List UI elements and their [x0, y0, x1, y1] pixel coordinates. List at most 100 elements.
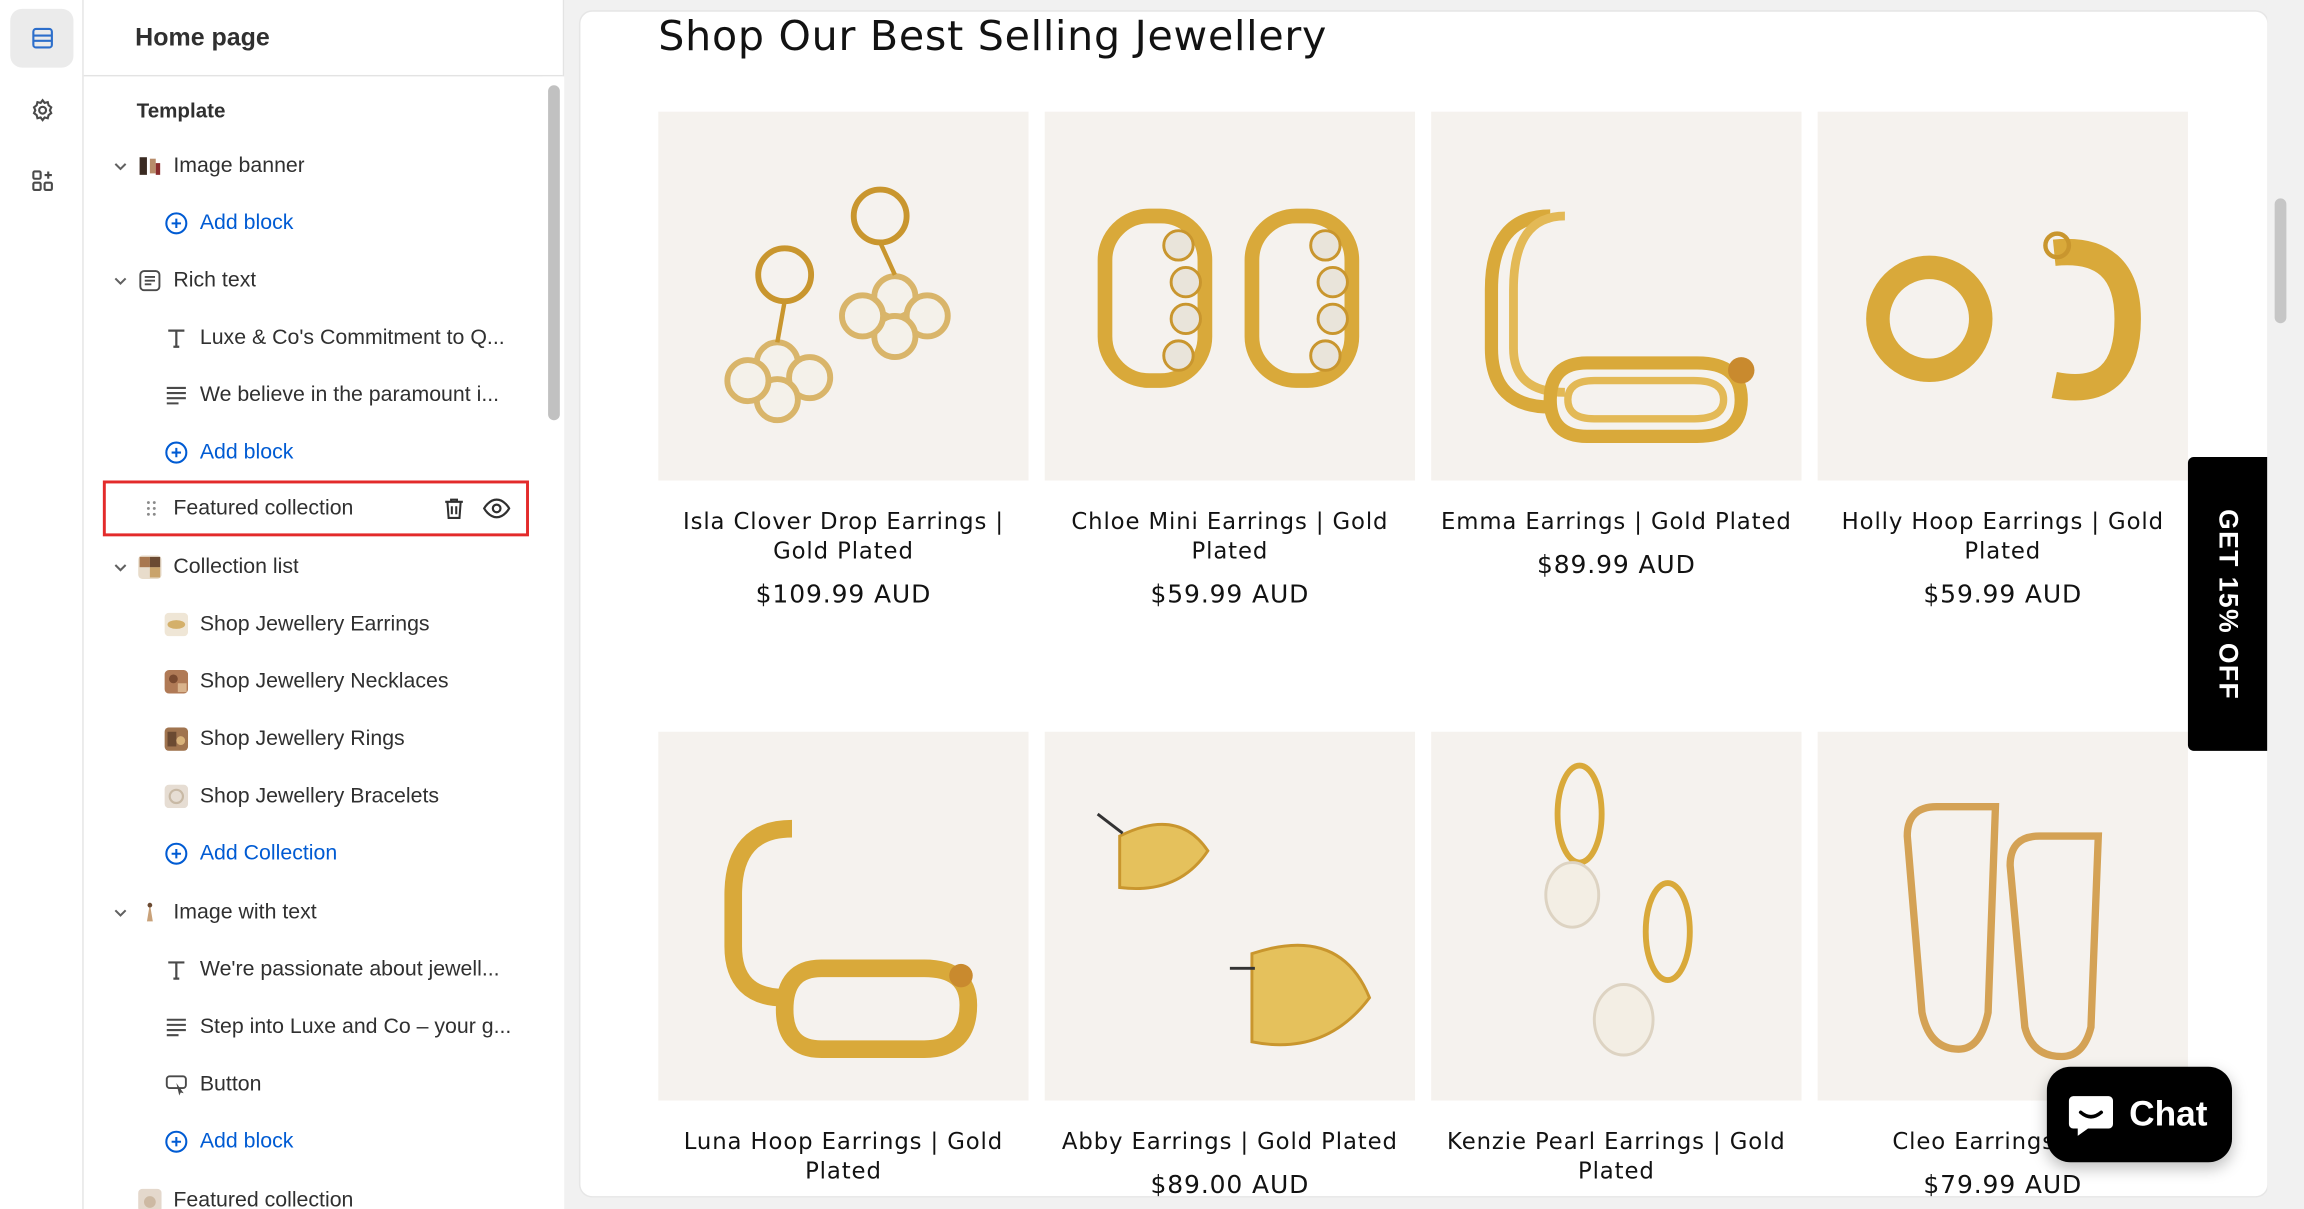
section-image-banner[interactable]: Image banner: [84, 137, 542, 194]
template-label: Template: [136, 98, 226, 122]
chevron-down-icon[interactable]: [110, 556, 131, 577]
chat-bubble-icon: [2068, 1095, 2113, 1136]
product-title[interactable]: Kenzie Pearl Earrings | Gold Plated: [1431, 1127, 1801, 1186]
product-image[interactable]: [1044, 111, 1416, 481]
product-title[interactable]: Chloe Mini Earrings | Gold Plated: [1045, 507, 1415, 566]
product-image[interactable]: [1431, 111, 1802, 481]
section-label: Image with text: [173, 900, 317, 924]
chevron-down-icon[interactable]: [110, 901, 131, 922]
product-image[interactable]: [1044, 731, 1416, 1101]
block-button[interactable]: Button: [84, 1055, 542, 1112]
featured-collection-thumbnail: [138, 1188, 162, 1209]
cleo-earrings-image: [1903, 802, 2103, 1060]
add-block-button[interactable]: Add block: [84, 1112, 542, 1169]
promo-label: GET 15% OFF: [2213, 508, 2244, 700]
drag-handle-icon[interactable]: [144, 498, 159, 519]
eye-icon[interactable]: [482, 494, 511, 523]
product-card[interactable]: Luna Hoop Earrings | Gold Plated: [658, 731, 1029, 1196]
chevron-down-icon[interactable]: [110, 270, 131, 291]
theme-preview: Shop Our Best Selling Jewellery Isla Clo…: [580, 11, 2268, 1197]
paragraph-lines-icon: [166, 1018, 186, 1036]
rich-text-icon: [139, 269, 161, 291]
section-label: Rich text: [173, 268, 257, 292]
product-title[interactable]: Abby Earrings | Gold Plated: [1045, 1127, 1415, 1156]
section-featured-collection[interactable]: Featured collection: [84, 1171, 542, 1209]
block-heading[interactable]: Luxe & Co's Commitment to Q...: [84, 309, 542, 366]
section-collection-list[interactable]: Collection list: [84, 538, 542, 595]
preview-scrollbar-thumb[interactable]: [2274, 198, 2287, 324]
block-collection-rings[interactable]: Shop Jewellery Rings: [84, 710, 542, 767]
product-title[interactable]: Luna Hoop Earrings | Gold Plated: [658, 1127, 1028, 1186]
triple-line-earrings-image: [1484, 208, 1755, 443]
add-block-label: Add block: [199, 440, 294, 464]
apps-icon[interactable]: [10, 151, 73, 210]
block-label: Step into Luxe and Co – your g...: [199, 1014, 512, 1039]
section-rich-text[interactable]: Rich text: [84, 251, 542, 308]
product-title[interactable]: Holly Hoop Earrings | Gold Plated: [1818, 507, 2188, 566]
sidebar-scrollbar[interactable]: [542, 76, 565, 1209]
product-price: $89.99 AUD: [1536, 551, 1696, 581]
product-image[interactable]: [658, 111, 1029, 481]
block-label: Button: [199, 1071, 262, 1096]
block-collection-earrings[interactable]: Shop Jewellery Earrings: [84, 595, 542, 652]
section-image-with-text[interactable]: Image with text: [84, 883, 542, 940]
block-label: We believe in the paramount i...: [199, 382, 500, 407]
product-price: $59.99 AUD: [1923, 580, 2083, 610]
section-label: Featured collection: [173, 1188, 354, 1209]
plus-circle-icon: [165, 440, 188, 463]
section-featured-collection-selected[interactable]: Featured collection: [102, 480, 529, 537]
sidebar-scrollbar-thumb[interactable]: [548, 85, 560, 421]
discount-promo-tab[interactable]: GET 15% OFF: [2187, 456, 2268, 751]
luna-hoop-earrings-image: [724, 819, 978, 1058]
chevron-down-icon[interactable]: [110, 155, 131, 176]
block-collection-bracelets[interactable]: Shop Jewellery Bracelets: [84, 767, 542, 824]
product-title[interactable]: Emma Earrings | Gold Plated: [1431, 507, 1801, 536]
image-with-text-thumbnail: [138, 900, 162, 924]
paragraph-lines-icon: [166, 386, 186, 404]
product-image[interactable]: [1817, 731, 2188, 1101]
product-title[interactable]: Isla Clover Drop Earrings | Gold Plated: [658, 507, 1028, 566]
plus-circle-icon: [165, 211, 188, 234]
earrings-thumbnail: [164, 612, 189, 636]
add-block-button[interactable]: Add block: [84, 423, 542, 480]
abby-earrings-image: [1096, 812, 1372, 1046]
product-image[interactable]: [658, 731, 1029, 1101]
product-image[interactable]: [1431, 731, 1802, 1101]
pearl-earrings-image: [1544, 761, 1693, 1056]
block-heading[interactable]: We're passionate about jewell...: [84, 940, 542, 997]
section-sidebar: Home page Template Image banner Add bloc…: [83, 0, 565, 1209]
section-label: Featured collection: [173, 496, 354, 521]
add-collection-button[interactable]: Add Collection: [84, 824, 542, 881]
block-text[interactable]: Step into Luxe and Co – your g...: [84, 998, 542, 1055]
add-block-label: Add block: [199, 210, 294, 235]
clover-drop-earrings-image: [724, 185, 951, 423]
chat-button[interactable]: Chat: [2046, 1066, 2233, 1163]
heading-T-icon: [168, 960, 185, 979]
add-block-label: Add block: [199, 1129, 294, 1153]
mini-hoop-earrings-image: [1097, 207, 1360, 388]
trash-icon[interactable]: [441, 495, 467, 521]
block-label: Shop Jewellery Rings: [199, 726, 405, 751]
product-card[interactable]: Chloe Mini Earrings | Gold Plated $59.99…: [1044, 111, 1416, 610]
section-label: Image banner: [173, 153, 305, 178]
product-price: $79.99 AUD: [1923, 1171, 2083, 1197]
block-label: We're passionate about jewell...: [199, 957, 500, 981]
section-label: Collection list: [173, 554, 299, 579]
product-card[interactable]: Kenzie Pearl Earrings | Gold Plated: [1431, 731, 1802, 1196]
preview-scrollbar[interactable]: [2267, 0, 2304, 1209]
product-image[interactable]: [1817, 111, 2188, 481]
product-card[interactable]: Abby Earrings | Gold Plated $89.00 AUD: [1044, 731, 1416, 1197]
gear-icon[interactable]: [10, 81, 73, 140]
product-price: $89.00 AUD: [1150, 1171, 1310, 1197]
image-banner-thumbnail: [138, 153, 162, 178]
add-collection-label: Add Collection: [199, 841, 338, 865]
sections-icon[interactable]: [10, 8, 74, 68]
product-price: $109.99 AUD: [755, 580, 932, 610]
product-card[interactable]: Emma Earrings | Gold Plated $89.99 AUD: [1431, 111, 1802, 581]
block-collection-necklaces[interactable]: Shop Jewellery Necklaces: [84, 652, 542, 709]
product-card[interactable]: Isla Clover Drop Earrings | Gold Plated …: [658, 111, 1029, 610]
block-text[interactable]: We believe in the paramount i...: [84, 366, 542, 423]
block-label: Luxe & Co's Commitment to Q...: [199, 325, 505, 349]
add-block-button[interactable]: Add block: [84, 194, 542, 251]
product-card[interactable]: Holly Hoop Earrings | Gold Plated $59.99…: [1817, 111, 2188, 610]
